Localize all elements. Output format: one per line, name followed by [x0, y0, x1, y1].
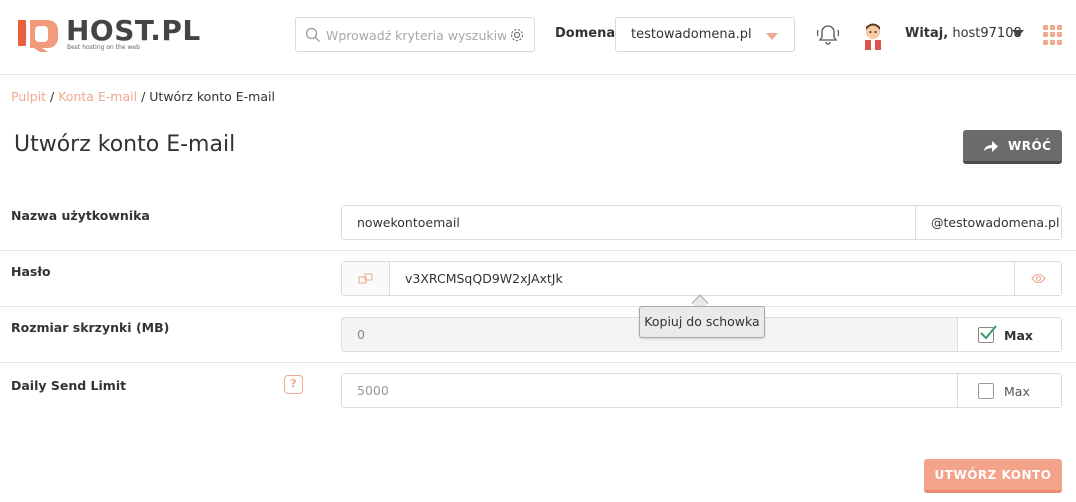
generate-password-button[interactable]	[342, 262, 390, 295]
domain-select[interactable]: testowadomena.pl	[615, 17, 795, 52]
chevron-down-icon	[766, 33, 778, 40]
mailbox-max-label: Max	[1004, 328, 1033, 343]
search-icon	[305, 27, 320, 42]
daily-max-label: Max	[1004, 384, 1030, 399]
domain-select-value: testowadomena.pl	[631, 27, 752, 42]
username-field[interactable]: nowekontoemail @testowadomena.pl	[341, 205, 1062, 240]
search-input[interactable]	[326, 24, 506, 46]
apps-grid-icon[interactable]	[1043, 25, 1063, 45]
eye-icon	[1031, 273, 1046, 284]
password-label: Hasło	[11, 264, 51, 279]
copy-tooltip: Kopiuj do schowka	[639, 306, 765, 338]
breadcrumb-pulpit[interactable]: Pulpit	[11, 89, 46, 104]
avatar[interactable]	[860, 20, 886, 50]
greeting-label: Witaj,	[905, 26, 949, 41]
password-field[interactable]: v3XRCMSqQD9W2xJAxtJk	[341, 261, 1062, 296]
share-arrow-icon	[984, 141, 998, 152]
create-account-button[interactable]: UTWÓRZ KONTO	[924, 459, 1062, 493]
breadcrumb-konta-email[interactable]: Konta E-mail	[58, 89, 137, 104]
toggle-password-visibility[interactable]	[1014, 262, 1061, 295]
page-title: Utwórz konto E-mail	[14, 132, 236, 157]
host-pl-logo[interactable]: HOST.PL Best hosting on the web	[18, 14, 201, 56]
checkmark-icon	[980, 325, 997, 340]
back-button-label: WRÓĆ	[1008, 139, 1052, 153]
logo-text: HOST.PL	[66, 14, 201, 47]
domain-suffix: @testowadomena.pl	[931, 215, 1060, 230]
domain-label: Domena	[555, 26, 616, 41]
breadcrumb: Pulpit / Konta E-mail / Utwórz konto E-m…	[11, 89, 275, 104]
row-divider	[0, 306, 1076, 307]
logo-tagline: Best hosting on the web	[67, 44, 140, 51]
mailbox-size-label: Rozmiar skrzynki (MB)	[11, 320, 170, 335]
gear-icon[interactable]	[509, 27, 525, 43]
row-divider	[0, 362, 1076, 363]
top-header: HOST.PL Best hosting on the web Domena t…	[0, 0, 1076, 75]
mailbox-size-value[interactable]: 0	[357, 327, 365, 342]
daily-limit-placeholder[interactable]: 5000	[357, 383, 389, 398]
back-button[interactable]: WRÓĆ	[963, 130, 1062, 164]
daily-limit-field[interactable]: 5000 Max	[341, 373, 1062, 408]
mailbox-max-checkbox[interactable]	[978, 325, 997, 343]
bell-icon[interactable]	[815, 22, 841, 48]
row-divider	[0, 250, 1076, 251]
user-greeting[interactable]: Witaj, host97108	[905, 26, 1022, 41]
domain-suffix-addon: @testowadomena.pl	[915, 206, 1061, 239]
daily-max-addon[interactable]: Max	[957, 374, 1061, 407]
user-menu-caret-icon[interactable]	[1012, 30, 1024, 37]
daily-max-checkbox[interactable]	[978, 383, 994, 399]
logo-mark-icon	[18, 20, 58, 52]
daily-limit-label: Daily Send Limit	[11, 378, 127, 393]
username-value[interactable]: nowekontoemail	[357, 215, 460, 230]
search-box[interactable]	[295, 17, 535, 52]
copy-key-icon	[358, 273, 373, 284]
password-value[interactable]: v3XRCMSqQD9W2xJAxtJk	[405, 271, 563, 286]
help-icon[interactable]: ?	[284, 375, 303, 394]
mailbox-max-addon[interactable]: Max	[957, 318, 1061, 351]
breadcrumb-current: Utwórz konto E-mail	[149, 89, 275, 104]
username-label: Nazwa użytkownika	[11, 208, 150, 223]
